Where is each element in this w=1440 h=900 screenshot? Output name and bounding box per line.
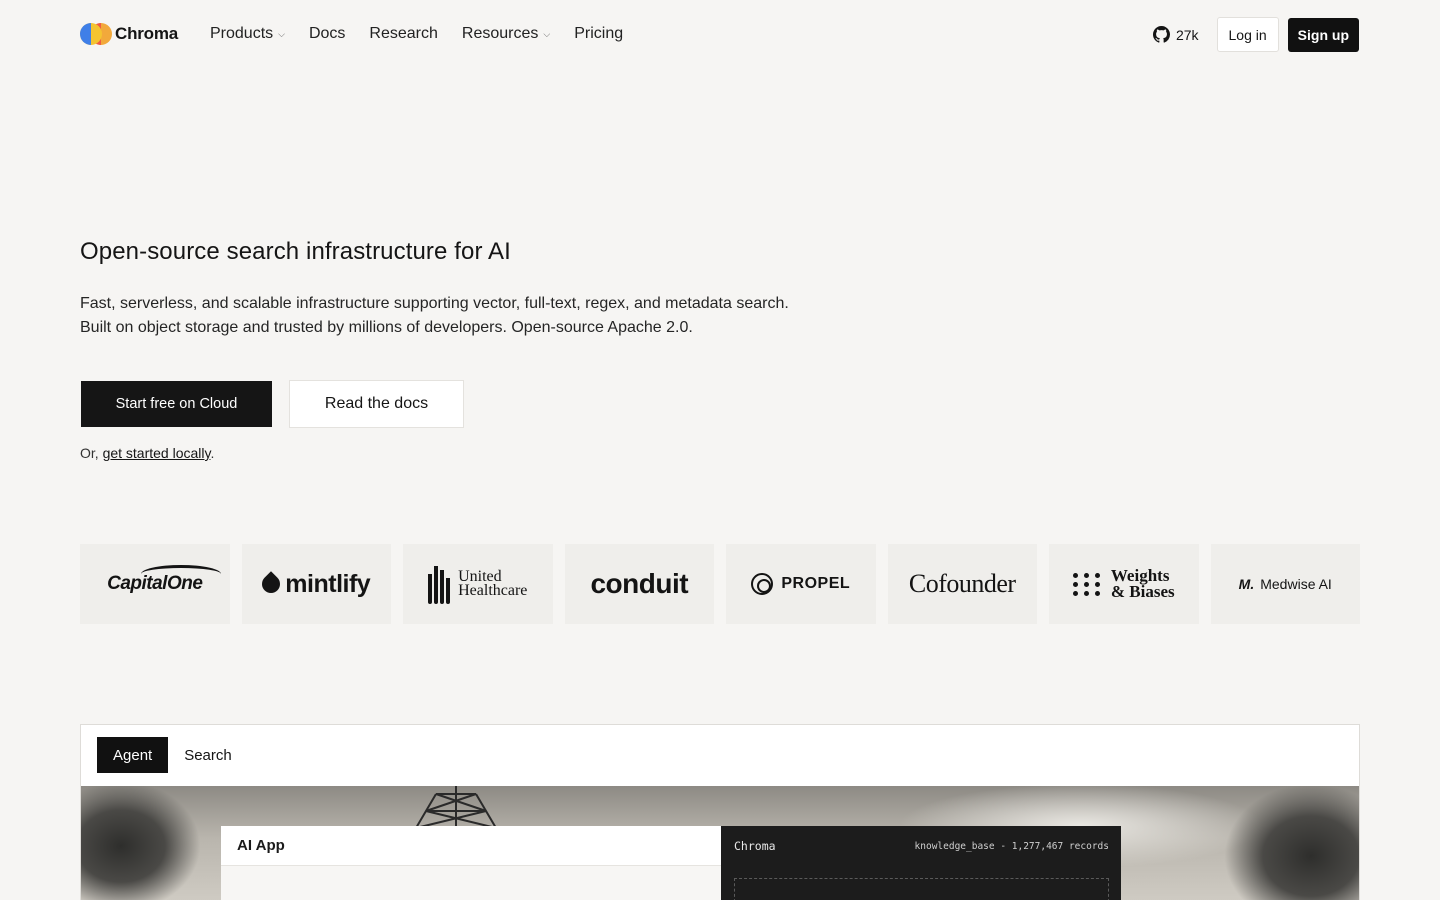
capital-one-wordmark: CapitalOne bbox=[107, 565, 222, 595]
medwise-wordmark: M. Medwise AI bbox=[1239, 576, 1332, 592]
github-icon bbox=[1152, 26, 1170, 43]
medwise-text: Medwise AI bbox=[1260, 576, 1332, 592]
mintlify-leaf-icon bbox=[258, 571, 285, 597]
chroma-db-header: Chroma knowledge_base - 1,277,467 record… bbox=[721, 826, 1121, 866]
propel-wordmark: PROPEL bbox=[751, 573, 850, 595]
nav-item-label: Resources bbox=[461, 25, 539, 42]
logo-medwise: M. Medwise AI bbox=[1210, 544, 1360, 624]
logo-weights-biases: Weights & Biases bbox=[1049, 544, 1199, 624]
get-started-locally-link[interactable]: get started locally bbox=[103, 445, 211, 461]
wb-line2: & Biases bbox=[1110, 582, 1175, 601]
tab-search[interactable]: Search bbox=[168, 737, 248, 773]
ai-app-header: AI App bbox=[221, 826, 721, 866]
united-healthcare-wordmark: United Healthcare bbox=[428, 564, 527, 604]
conduit-wordmark: conduit bbox=[590, 568, 689, 599]
nav-item-pricing[interactable]: Pricing bbox=[574, 22, 623, 46]
hero-subtitle: Fast, serverless, and scalable infrastru… bbox=[80, 295, 789, 336]
logo-capital-one: CapitalOne bbox=[80, 544, 230, 624]
nav-actions: 27k Log in Sign up bbox=[1152, 17, 1359, 52]
github-stars-count: 27k bbox=[1175, 26, 1199, 43]
local-suffix: . bbox=[210, 445, 215, 461]
chroma-logo-icon bbox=[80, 23, 112, 45]
chroma-db-panel: Chroma knowledge_base - 1,277,467 record… bbox=[721, 826, 1121, 900]
db-record-count: knowledge_base - 1,277,467 records bbox=[914, 840, 1109, 852]
ai-app-panel: AI App bbox=[221, 826, 721, 900]
nav-item-research[interactable]: Research bbox=[369, 22, 437, 46]
chevron-down-icon: ⌵ bbox=[543, 28, 551, 39]
logo-cofounder: Cofounder bbox=[887, 544, 1037, 624]
nav-item-label: Pricing bbox=[574, 25, 624, 42]
nav-item-label: Research bbox=[369, 25, 438, 42]
propel-text: PROPEL bbox=[781, 575, 851, 592]
weights-biases-wordmark: Weights & Biases bbox=[1072, 567, 1175, 601]
login-button[interactable]: Log in bbox=[1216, 17, 1279, 52]
read-docs-button[interactable]: Read the docs bbox=[289, 380, 464, 428]
mintlify-wordmark: mintlify bbox=[258, 569, 371, 599]
uh-bars-icon bbox=[428, 564, 451, 604]
customer-logos: CapitalOne mintlify United Healthcare con… bbox=[80, 544, 1360, 624]
engraving-background-image: AI App Chroma knowledge_base - 1,277,467… bbox=[81, 786, 1359, 900]
github-stars-link[interactable]: 27k bbox=[1152, 26, 1199, 43]
tab-agent[interactable]: Agent bbox=[97, 737, 169, 773]
local-prefix: Or, bbox=[80, 445, 103, 461]
mintlify-text: mintlify bbox=[285, 569, 371, 598]
local-start-note: Or, get started locally. bbox=[80, 445, 214, 461]
logo-united-healthcare: United Healthcare bbox=[403, 544, 553, 624]
hero-title: Open-source search infrastructure for AI bbox=[80, 238, 511, 265]
db-query-box bbox=[734, 878, 1109, 900]
tower-illustration bbox=[415, 786, 497, 828]
demo-tabs: Agent Search bbox=[97, 737, 248, 773]
uh-line2: Healthcare bbox=[458, 582, 528, 599]
top-nav: Chroma Products ⌵ Docs Research Resource… bbox=[0, 0, 1440, 68]
signup-button[interactable]: Sign up bbox=[1287, 17, 1359, 52]
nav-item-products[interactable]: Products ⌵ bbox=[210, 22, 285, 46]
medwise-mark-icon: M. bbox=[1238, 576, 1255, 592]
nav-item-label: Docs bbox=[308, 25, 346, 42]
nav-item-resources[interactable]: Resources ⌵ bbox=[462, 22, 550, 46]
logo-mintlify: mintlify bbox=[241, 544, 391, 624]
product-demo: Agent Search AI App Chroma knowledge_bas… bbox=[80, 724, 1360, 900]
propel-ring-icon bbox=[751, 573, 774, 595]
nav-item-docs[interactable]: Docs bbox=[309, 22, 345, 46]
start-free-cloud-button[interactable]: Start free on Cloud bbox=[81, 381, 272, 427]
cofounder-wordmark: Cofounder bbox=[908, 569, 1016, 598]
brand-name: Chroma bbox=[115, 24, 179, 43]
chevron-down-icon: ⌵ bbox=[278, 28, 285, 39]
wb-dots-icon bbox=[1072, 572, 1101, 596]
nav-item-label: Products bbox=[210, 25, 274, 42]
logo-propel: PROPEL bbox=[726, 544, 876, 624]
nav-links: Products ⌵ Docs Research Resources ⌵ Pri… bbox=[210, 22, 647, 46]
db-title: Chroma bbox=[734, 839, 776, 853]
brand-logo-link[interactable]: Chroma bbox=[80, 22, 178, 46]
logo-conduit: conduit bbox=[564, 544, 714, 624]
